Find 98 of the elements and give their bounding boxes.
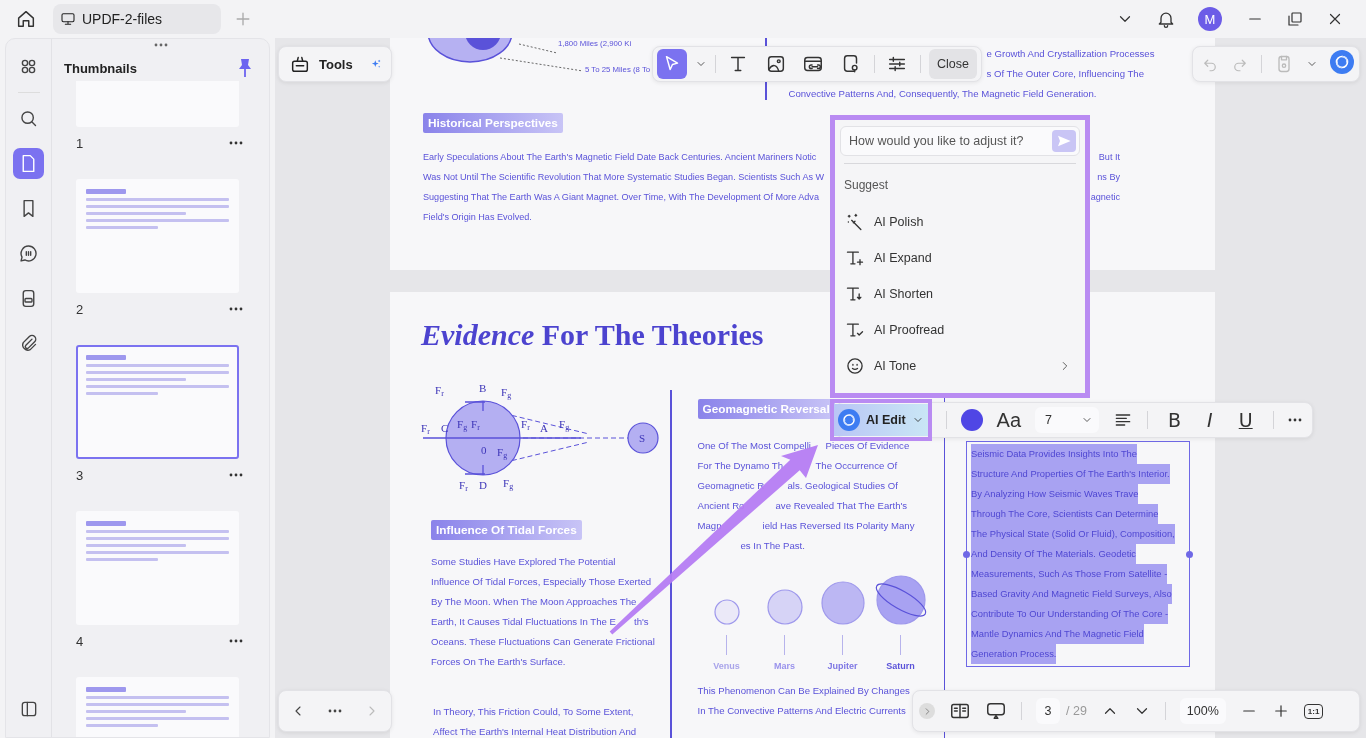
paragraph-line: In Theory, This Friction Could, To Some Extent,	[433, 705, 634, 719]
font-size-dropdown[interactable]: 7	[1035, 407, 1100, 433]
paragraph-line: es In The Past.	[740, 539, 805, 553]
paragraph-line: Convective Patterns And, Consequently, The Magnetic Field Generation.	[788, 87, 1097, 101]
paragraph-line: In The Convective Patterns And Electric Currents	[697, 704, 906, 718]
user-avatar[interactable]: M	[1198, 7, 1222, 31]
paragraph-line: Affect The Earth's Internal Heat Distribution And	[433, 725, 637, 738]
paragraph-line: Ancient Ro	[697, 499, 745, 513]
paragraph-line: ns By	[1097, 171, 1120, 184]
planet-label: Saturn	[886, 661, 915, 671]
section-heading: Geomagnetic Reversal	[697, 399, 835, 419]
page-thumbnail[interactable]	[76, 179, 239, 293]
menu-item[interactable]: AI Polish	[840, 204, 1080, 240]
italic-button[interactable]: I	[1201, 409, 1219, 431]
drag-handle-icon[interactable]	[153, 43, 168, 47]
page-thumbnail[interactable]	[76, 511, 239, 625]
presentation-icon[interactable]	[985, 700, 1007, 722]
paragraph-line: Forces On The Earth's Surface.	[431, 655, 566, 669]
paragraph-line: Was Not Until The Scientific Revolution That More Systematic Studies Began. Scientists Such As W	[423, 171, 825, 184]
magic-wand-icon	[845, 212, 865, 232]
font-button[interactable]: Aa	[996, 408, 1022, 432]
more-options-icon[interactable]	[229, 473, 243, 477]
paragraph-line: By The Moon. When The Moon Approaches The	[431, 595, 637, 609]
paragraph-line: Some Studies Have Explored The Potential	[431, 555, 616, 569]
paragraph-line: One Of The Most Compelli	[697, 439, 811, 453]
monitor-icon	[60, 11, 76, 27]
text-color-swatch[interactable]	[960, 409, 983, 431]
paragraph-line: ield Has Reversed Its Polarity Many	[762, 519, 915, 533]
planet-drawing	[766, 589, 803, 625]
planet-label: Venus	[713, 661, 740, 671]
paragraph-line: e Growth And Crystallization Processes	[986, 47, 1155, 61]
more-options-icon[interactable]	[1288, 418, 1302, 422]
page-title: Evidence For The Theories	[421, 318, 764, 352]
paragraph-line: Earth, It Causes Tidal Fluctuations In The E	[431, 615, 616, 629]
section-label: Suggest	[844, 178, 889, 192]
actual-size-button[interactable]: 1:1	[1303, 703, 1324, 719]
select-tool-button[interactable]	[657, 49, 687, 79]
paragraph-line: agnetic	[1090, 191, 1120, 204]
bold-button[interactable]: B	[1162, 409, 1188, 431]
pin-icon[interactable]	[237, 58, 253, 78]
menu-item[interactable]: AI Tone	[840, 348, 1080, 384]
selected-text-box[interactable]	[966, 441, 1190, 667]
paragraph-line: Influence Of Tidal Forces, Especially Those Exerted	[431, 575, 652, 589]
document-tab[interactable]: UPDF-2-files	[53, 4, 221, 34]
paragraph-line: Suggesting That The Earth Was A Giant Magnet. Over Time, With The Development Of More Adva	[423, 191, 819, 204]
paragraph-line: Pieces Of Evidence	[825, 439, 910, 453]
paragraph-line: s Of The Outer Core, Influencing The	[986, 67, 1144, 81]
underline-button[interactable]: U	[1232, 409, 1259, 431]
page-number: 2	[76, 301, 84, 317]
ai-logo-icon[interactable]	[1330, 50, 1354, 74]
sidebar-tab[interactable]	[13, 148, 44, 179]
paragraph-line: th's	[634, 615, 649, 629]
planet-drawing	[820, 581, 865, 625]
ai-logo-icon	[838, 409, 860, 431]
menu-item[interactable]: AI Proofread	[840, 312, 1080, 348]
resize-handle[interactable]	[1186, 551, 1193, 558]
more-options-icon[interactable]	[229, 639, 243, 643]
planet-label: Mars	[774, 661, 795, 671]
paragraph-line: The Occurrence Of	[815, 459, 898, 473]
paragraph-line: Magn	[697, 519, 722, 533]
paragraph-line: But It	[1098, 151, 1120, 164]
paragraph-line: This Phenomenon Can Be Explained By Changes	[697, 684, 910, 698]
prompt-field[interactable]: How would you like to adjust it?	[849, 129, 1048, 153]
paragraph-line: Early Speculations About The Earth's Magnetic Field Date Back Centuries. Ancient Mariners Notic	[423, 151, 817, 164]
tools-label[interactable]: Tools	[319, 56, 353, 72]
prompt-bar[interactable]: How would you like to adjust it?	[840, 126, 1080, 156]
page-total: / 29	[1066, 704, 1087, 718]
restore-icon[interactable]	[1286, 10, 1304, 28]
page-number: 4	[76, 633, 84, 649]
planet-label: Jupiter	[827, 661, 858, 671]
paragraph-line: als. Geological Studies Of	[787, 479, 898, 493]
home-icon[interactable]	[15, 8, 37, 30]
menu-item[interactable]: AI Expand	[840, 240, 1080, 276]
search-icon	[18, 108, 39, 129]
paragraph-line: For The Dynamo Th	[697, 459, 783, 473]
more-options-icon[interactable]	[328, 709, 342, 713]
more-options-icon[interactable]	[229, 307, 243, 311]
page-number: 1	[76, 135, 84, 151]
paragraph-line: Oceans. These Fluctuations Can Generate Frictional	[431, 635, 655, 649]
page-number: 3	[76, 467, 84, 483]
page-number-field[interactable]: 3	[1036, 698, 1060, 724]
close-button[interactable]: Close	[929, 49, 977, 79]
menu-item[interactable]: AI Shorten	[840, 276, 1080, 312]
paragraph-line: ave Revealed That The Earth's	[775, 499, 908, 513]
panel-title: Thumbnails	[64, 60, 137, 76]
send-icon	[1056, 133, 1072, 149]
page-thumbnail[interactable]	[76, 345, 239, 459]
smiley-icon	[845, 356, 865, 376]
planet-drawing	[713, 599, 740, 625]
ai-edit-button[interactable]: AI Edit	[834, 404, 928, 436]
paragraph-line: Field's Origin Has Evolved.	[423, 211, 532, 224]
resize-handle[interactable]	[963, 551, 970, 558]
section-heading: Influence Of Tidal Forces	[431, 520, 582, 540]
more-options-icon[interactable]	[229, 141, 243, 145]
zoom-field[interactable]: 100%	[1179, 698, 1226, 724]
force-diagram-drawing: F$_{r}$ B F$_{g}$ F$_{r}$ C F$_{g}$ F$_{r}$ F$_{r}$ A F$_{g}$ 0 F$_{g}$ F$_{r}$ D F$_{g}$ S	[421, 382, 661, 492]
comment-icon	[18, 243, 39, 264]
section-heading: Historical Perspectives	[423, 113, 563, 133]
